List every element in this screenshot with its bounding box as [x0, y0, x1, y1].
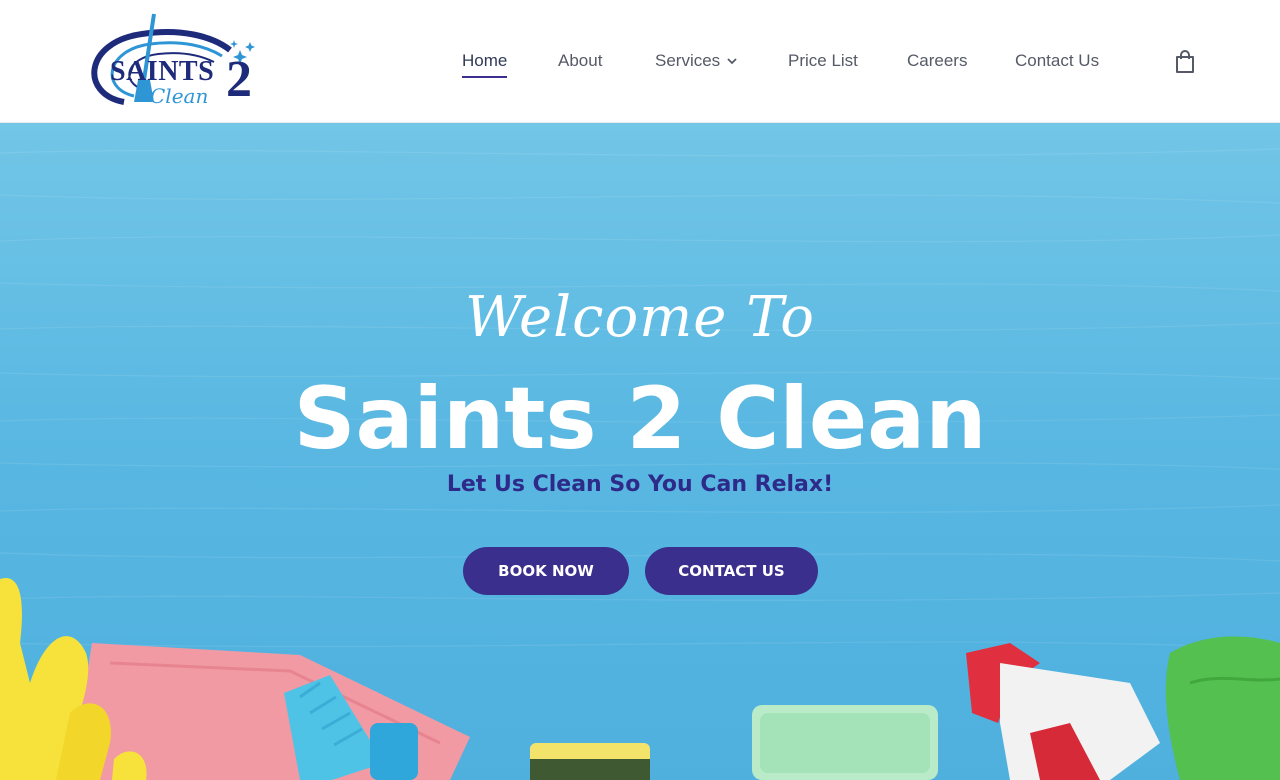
nav-price-list[interactable]: Price List [788, 48, 858, 74]
site-header: SAINTS Clean 2 Home About Services Price… [0, 0, 1280, 123]
site-logo[interactable]: SAINTS Clean 2 [84, 10, 264, 112]
contact-us-button[interactable]: CONTACT US [645, 547, 818, 595]
nav-home-label: Home [462, 51, 508, 70]
hero-welcome-text: Welcome To [465, 285, 815, 350]
nav-services-label: Services [655, 51, 721, 70]
hero-section: Welcome To Saints 2 Clean Let Us Clean S… [0, 123, 1280, 780]
nav-about[interactable]: About [558, 48, 602, 74]
nav-careers[interactable]: Careers [907, 48, 967, 74]
nav-contact-us-label: Contact Us [1015, 51, 1100, 70]
shopping-bag-icon[interactable] [1174, 50, 1196, 74]
hero-title: Saints 2 Clean [293, 369, 987, 469]
nav-about-label: About [558, 51, 603, 70]
chevron-down-icon [727, 57, 737, 64]
nav-home[interactable]: Home [462, 48, 508, 78]
nav-services[interactable]: Services [655, 48, 737, 74]
logo-number: 2 [226, 51, 252, 108]
nav-careers-label: Careers [907, 51, 968, 70]
nav-price-list-label: Price List [788, 51, 858, 70]
logo-sub: Clean [150, 84, 209, 108]
hero-tagline: Let Us Clean So You Can Relax! [446, 472, 834, 497]
nav-contact-us[interactable]: Contact Us [1015, 48, 1099, 74]
book-now-button[interactable]: BOOK NOW [463, 547, 629, 595]
